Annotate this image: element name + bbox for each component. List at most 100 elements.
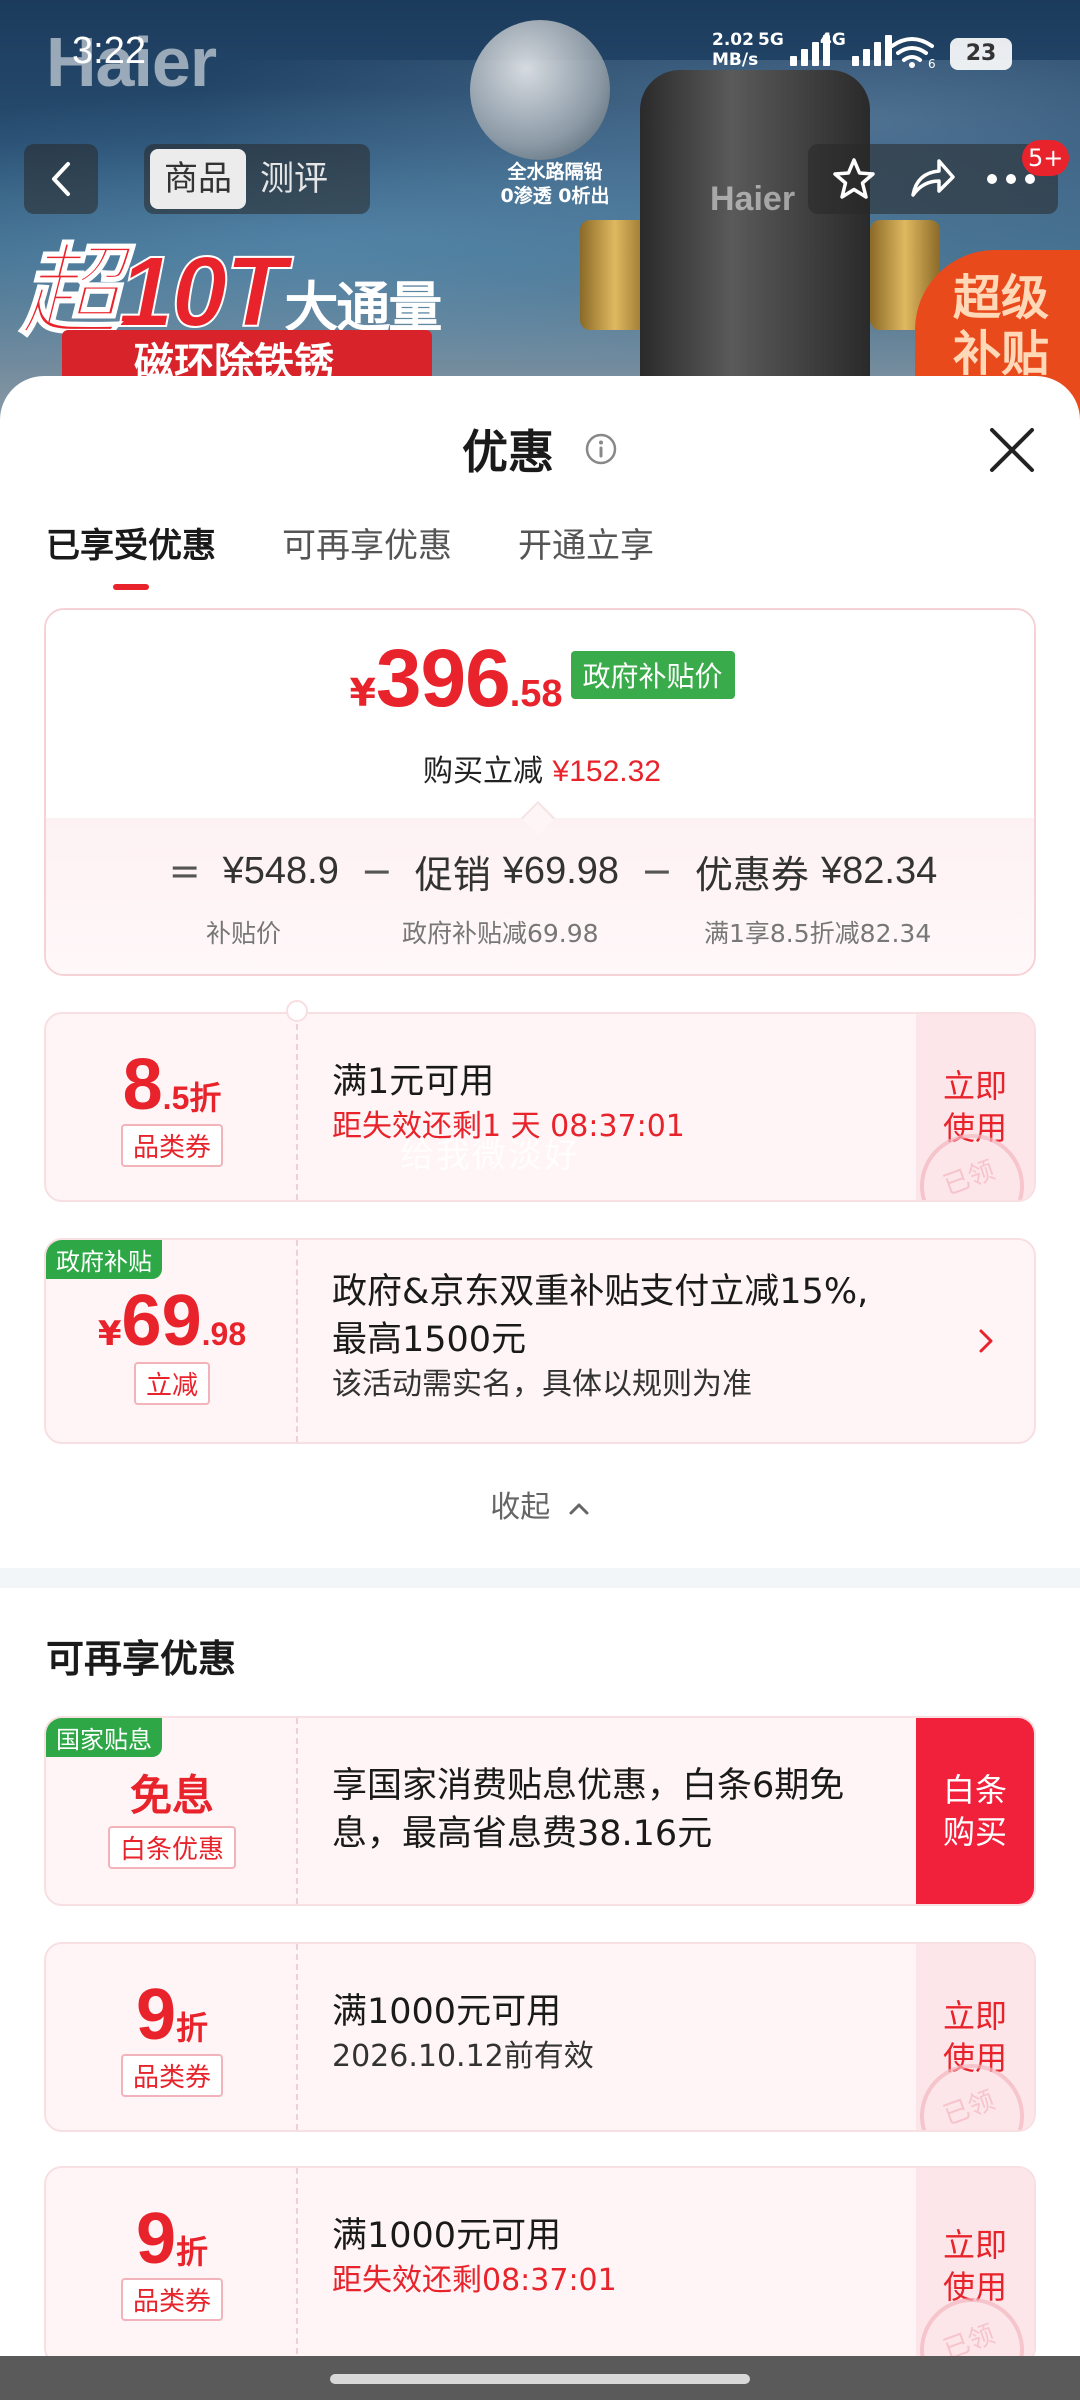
coupon-value-area: 9折 品类券 [46, 1944, 298, 2130]
discount-tabs: 已享受优惠 可再享优惠 开通立享 [46, 516, 720, 590]
baitiao-buy-button[interactable]: 白条购买 [916, 1718, 1034, 1904]
sheet-title-text: 优惠 [461, 425, 554, 479]
coupon-discount: 9折 [46, 2198, 298, 2280]
price-breakdown: = ¥548.9 − 促销 ¥69.98 − 优惠券 ¥82.34 补贴价 政府… [46, 818, 1034, 974]
price-summary-card: ¥396.58 政府补贴价 购买立减 ¥152.32 = ¥548.9 − 促销 … [44, 608, 1036, 976]
discount-main: 9 [135, 1975, 177, 2055]
notification-badge: 5+ [1022, 140, 1070, 176]
info-icon[interactable] [584, 432, 618, 466]
coupon-details: 满1000元可用 2026.10.12前有效 [332, 1988, 594, 2078]
section-divider [0, 1568, 1080, 1588]
caption-coupon: 满1享8.5折减82.34 [704, 919, 932, 948]
coupon-type: 品类券 [46, 1124, 298, 1167]
subsidy-type-label: 立减 [133, 1362, 210, 1405]
tab-product[interactable]: 商品 [150, 149, 246, 209]
wifi-sub: 6 [928, 57, 936, 68]
coupon-condition: 满1元可用 [332, 1062, 495, 1102]
share-icon[interactable] [907, 155, 957, 203]
super-subsidy-line-1: 超级 [953, 270, 1050, 326]
baitiao-buy-label: 白条购买 [942, 1771, 1007, 1851]
tab-available[interactable]: 可再享优惠 [282, 516, 452, 576]
price-formula: = ¥548.9 − 促销 ¥69.98 − 优惠券 ¥82.34 [46, 836, 1034, 906]
chevron-right-icon [979, 1329, 993, 1353]
product-nav-tabs: 商品 测评 [144, 144, 370, 214]
super-subsidy-line-2: 补贴 [953, 326, 1050, 382]
coupon-type-label: 品类券 [120, 2054, 223, 2097]
coupon-condition: 满1000元可用 [332, 2216, 562, 2256]
coupon-label: 优惠券 [694, 852, 809, 897]
discount-tail: .5折 [162, 1080, 222, 1116]
subsidy-type: 立减 [46, 1362, 298, 1405]
signal-2-label: 4G [820, 30, 846, 50]
caption-promo: 政府补贴减69.98 [402, 919, 599, 948]
price-integer: 396 [375, 633, 511, 724]
collapse-button[interactable]: 收起 [0, 1482, 1080, 1526]
gov-subsidy-card[interactable]: ¥69.98 立减 政府补贴 政府&京东双重补贴支付立减15%, 最高1500元… [44, 1238, 1036, 1444]
discount-sheet: 优惠 已享受优惠 可再享优惠 开通立享 ¥396.58 政府补贴价 购买立减 ¥1… [0, 376, 1080, 2400]
battery-icon: 23 [950, 38, 1012, 70]
status-bar: 3:22 2.02 MB/s 5G 4G 6 23 [0, 0, 1080, 110]
net-speed-unit: MB/s [712, 50, 759, 70]
coupon-type-label: 品类券 [120, 1124, 223, 1167]
interest-free-card: 免息 白条优惠 国家贴息 享国家消费贴息优惠，白条6期免 息，最高省息费38.1… [44, 1716, 1036, 1906]
minus-sign-2: − [641, 849, 673, 893]
feature-caption-line-2: 0渗透 0析出 [500, 185, 610, 207]
subsidy-desc-line-2: 最高1500元 [332, 1320, 527, 1360]
gov-subsidy-flag: 政府补贴 [46, 1240, 162, 1279]
signal-1-label: 5G [758, 30, 784, 50]
interest-free-type: 白条优惠 [46, 1826, 298, 1869]
sheet-header: 优惠 [0, 376, 1080, 486]
close-icon[interactable] [984, 422, 1040, 478]
formula-captions: 补贴价 政府补贴减69.98 满1享8.5折减82.34 [46, 914, 1034, 954]
coupon-details: 满1000元可用 距失效还剩08:37:01 [332, 2212, 617, 2302]
discount-tail: 折 [176, 2010, 209, 2046]
coupon-expiry: 2026.10.12前有效 [332, 2039, 594, 2074]
equals-sign: = [168, 849, 201, 893]
promo-label: 促销 [414, 852, 491, 897]
summary-top: ¥396.58 政府补贴价 购买立减 ¥152.32 [46, 610, 1034, 818]
gov-subsidy-price-badge: 政府补贴价 [570, 651, 735, 699]
subsidy-desc-line-1: 政府&京东双重补贴支付立减15%, [332, 1272, 869, 1312]
subsidy-amount: ¥69.98 [46, 1280, 298, 1362]
tab-enjoyed[interactable]: 已享受优惠 [46, 516, 216, 590]
coupon-discount: 8.5折 [46, 1044, 298, 1126]
interest-free-desc-line-2: 息，最高省息费38.16元 [332, 1814, 713, 1854]
feature-caption: 全水路隔铅 0渗透 0析出 [470, 160, 640, 208]
minus-sign-1: − [360, 849, 393, 893]
promo-value: ¥69.98 [502, 849, 620, 892]
subsidy-main: 69 [121, 1281, 202, 1361]
interest-free-details: 享国家消费贴息优惠，白条6期免 息，最高省息费38.16元 [332, 1762, 844, 1858]
discount-tail: 折 [176, 2234, 209, 2270]
price-decimal: .58 [509, 673, 563, 715]
sheet-title: 优惠 [0, 416, 1080, 482]
final-price: ¥396.58 政府补贴价 [46, 632, 1034, 726]
interest-free-type-label: 白条优惠 [107, 1826, 236, 1869]
total-reduction: 购买立减 ¥152.32 [46, 746, 1034, 790]
feature-caption-line-1: 全水路隔铅 [507, 161, 603, 183]
product-brand-print: Haier [710, 180, 796, 218]
home-indicator[interactable] [330, 2374, 750, 2384]
more-icon[interactable] [986, 173, 1036, 185]
discount-main: 8 [122, 1045, 163, 1125]
subsidy-note: 该活动需实名，具体以规则为准 [332, 1367, 752, 1402]
tab-activate[interactable]: 开通立享 [518, 516, 654, 576]
national-interest-flag: 国家贴息 [46, 1718, 162, 1757]
coupon-type: 品类券 [46, 2054, 298, 2097]
coupon-type-label: 品类券 [120, 2278, 223, 2321]
coupon-card: 9折 品类券 满1000元可用 2026.10.12前有效 立即使用 已领 [44, 1942, 1036, 2132]
coupon-notch [286, 1000, 308, 1022]
interest-free-label: 免息 [129, 1771, 214, 1820]
coupon-card: 9折 品类券 满1000元可用 距失效还剩08:37:01 立即使用 已领 [44, 2166, 1036, 2366]
subsidy-details: 政府&京东双重补贴支付立减15%, 最高1500元 该活动需实名，具体以规则为准 [332, 1268, 868, 1406]
tab-review[interactable]: 测评 [246, 149, 342, 209]
signal-icon-2: 4G [820, 30, 892, 66]
discount-main: 9 [135, 2199, 177, 2279]
reduction-value: ¥152.32 [552, 755, 661, 788]
caption-base-price: 补贴价 [206, 919, 282, 948]
star-icon[interactable] [830, 155, 878, 203]
back-button[interactable] [24, 144, 98, 214]
subsidy-tail: .98 [201, 1316, 247, 1352]
use-now-label: 立即使用 [942, 2226, 1007, 2306]
subsidy-currency: ¥ [97, 1314, 122, 1354]
net-speed-value: 2.02 [712, 30, 754, 50]
